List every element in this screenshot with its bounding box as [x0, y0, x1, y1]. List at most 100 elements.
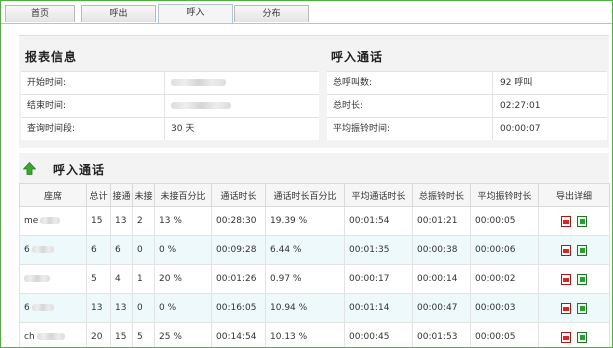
excel-file-icon[interactable]	[577, 244, 587, 256]
excel-file-icon[interactable]	[577, 215, 587, 227]
tab-inbound[interactable]: 呼入	[158, 4, 233, 23]
total-calls-label: 总呼叫数:	[333, 78, 373, 88]
start-time-row: 开始时间:	[21, 71, 319, 94]
ring-cell: 00:00:14	[412, 264, 471, 294]
export-cell	[538, 322, 610, 347]
answered-cell: 13	[110, 293, 133, 323]
inbound-calls-table: 座席 总计 接通 未接 未接百分比 通话时长 通话时长百分比 平均通话时长 总振…	[19, 183, 610, 347]
col-avg-ring[interactable]: 平均振铃时长	[470, 183, 539, 207]
tab-outbound[interactable]: 呼出	[81, 5, 156, 22]
inbound-table-title: 呼入通话	[53, 163, 106, 177]
col-missed[interactable]: 未接	[132, 183, 155, 207]
col-talk-pct[interactable]: 通话时长百分比	[265, 183, 345, 207]
avg-ring-label: 平均振铃时间:	[333, 124, 391, 134]
tab-bar: 首页 呼出 呼入 分布	[1, 1, 612, 24]
export-cell	[538, 264, 610, 294]
talk-pct-cell: 19.39 %	[265, 206, 345, 236]
col-export: 导出详细	[538, 183, 610, 207]
missed-pct-cell: 0 %	[154, 293, 212, 323]
avg-ring-value: 00:00:07	[500, 124, 541, 134]
ring-cell: 00:01:21	[412, 206, 471, 236]
col-missed-pct[interactable]: 未接百分比	[154, 183, 212, 207]
excel-file-icon[interactable]	[577, 273, 587, 285]
end-time-value	[171, 95, 231, 118]
missed-cell: 0	[132, 235, 155, 265]
total-calls-value: 92 呼叫	[500, 78, 533, 88]
ring-cell: 00:01:53	[412, 322, 471, 347]
total-duration-row: 总时长: 02:27:01	[327, 94, 607, 117]
missed-cell: 2	[132, 206, 155, 236]
talk-cell: 00:09:28	[211, 235, 266, 265]
missed-cell: 0	[132, 293, 155, 323]
talk-cell: 00:14:54	[211, 322, 266, 347]
table-row: 6 6 6 0 0 % 00:09:28 6.44 % 00:01:35 00:…	[19, 235, 610, 265]
avg-ring-cell: 00:00:05	[470, 322, 539, 347]
tab-home[interactable]: 首页	[5, 5, 75, 22]
talk-cell: 00:16:05	[211, 293, 266, 323]
col-total[interactable]: 总计	[86, 183, 111, 207]
export-cell	[538, 235, 610, 265]
talk-pct-cell: 6.44 %	[265, 235, 345, 265]
col-talk-time[interactable]: 通话时长	[211, 183, 266, 207]
missed-cell: 5	[132, 322, 155, 347]
answered-cell: 15	[110, 322, 133, 347]
missed-pct-cell: 25 %	[154, 322, 212, 347]
avg-ring-cell: 00:00:06	[470, 235, 539, 265]
missed-pct-cell: 20 %	[154, 264, 212, 294]
agent-cell: me	[19, 206, 87, 236]
pdf-file-icon[interactable]	[561, 244, 571, 256]
missed-pct-cell: 13 %	[154, 206, 212, 236]
query-period-row: 查询时间段: 30 天	[21, 117, 319, 140]
col-answered[interactable]: 接通	[110, 183, 133, 207]
answered-cell: 13	[110, 206, 133, 236]
avg-talk-cell: 00:00:45	[344, 322, 413, 347]
pdf-file-icon[interactable]	[561, 331, 571, 343]
table-row: 6 13 13 0 0 % 00:16:05 10.94 % 00:01:14 …	[19, 293, 610, 323]
inbound-table-header: 呼入通话	[19, 153, 609, 183]
end-time-label: 结束时间:	[27, 101, 67, 111]
total-cell: 20	[86, 322, 111, 347]
table-row: me 15 13 2 13 % 00:28:30 19.39 % 00:01:5…	[19, 206, 610, 236]
start-time-value	[171, 72, 226, 95]
pdf-file-icon[interactable]	[561, 302, 571, 314]
total-cell: 6	[86, 235, 111, 265]
avg-ring-cell: 00:00:03	[470, 293, 539, 323]
excel-file-icon[interactable]	[577, 331, 587, 343]
ring-cell: 00:00:47	[412, 293, 471, 323]
avg-talk-cell: 00:01:54	[344, 206, 413, 236]
agent-cell: ch	[19, 322, 87, 347]
agent-cell: 6	[19, 293, 87, 323]
query-period-value: 30 天	[171, 124, 195, 134]
col-avg-talk[interactable]: 平均通话时长	[344, 183, 413, 207]
agent-cell: 6	[19, 235, 87, 265]
excel-file-icon[interactable]	[577, 302, 587, 314]
export-cell	[538, 206, 610, 236]
total-duration-label: 总时长:	[333, 101, 364, 111]
talk-pct-cell: 10.94 %	[265, 293, 345, 323]
start-time-label: 开始时间:	[27, 78, 67, 88]
green-up-arrow-icon[interactable]	[23, 162, 36, 175]
talk-cell: 00:28:30	[211, 206, 266, 236]
agent-cell	[19, 264, 87, 294]
report-info-panel: 报表信息 呼入通话 开始时间: 结束时间: 查询时间段: 30 天 总呼叫数: …	[19, 35, 609, 148]
talk-pct-cell: 10.13 %	[265, 322, 345, 347]
talk-pct-cell: 0.97 %	[265, 264, 345, 294]
export-cell	[538, 293, 610, 323]
end-time-row: 结束时间:	[21, 94, 319, 117]
avg-ring-row: 平均振铃时间: 00:00:07	[327, 117, 607, 140]
inbound-summary-title: 呼入通话	[331, 50, 384, 64]
talk-cell: 00:01:26	[211, 264, 266, 294]
total-cell: 13	[86, 293, 111, 323]
total-calls-row: 总呼叫数: 92 呼叫	[327, 71, 607, 94]
col-agent[interactable]: 座席	[19, 183, 87, 207]
pdf-file-icon[interactable]	[561, 273, 571, 285]
total-cell: 5	[86, 264, 111, 294]
avg-ring-cell: 00:00:05	[470, 206, 539, 236]
answered-cell: 4	[110, 264, 133, 294]
ring-cell: 00:00:38	[412, 235, 471, 265]
pdf-file-icon[interactable]	[561, 215, 571, 227]
query-period-label: 查询时间段:	[27, 124, 76, 134]
col-ring-time[interactable]: 总振铃时长	[412, 183, 471, 207]
avg-talk-cell: 00:01:14	[344, 293, 413, 323]
tab-distribution[interactable]: 分布	[234, 5, 309, 22]
